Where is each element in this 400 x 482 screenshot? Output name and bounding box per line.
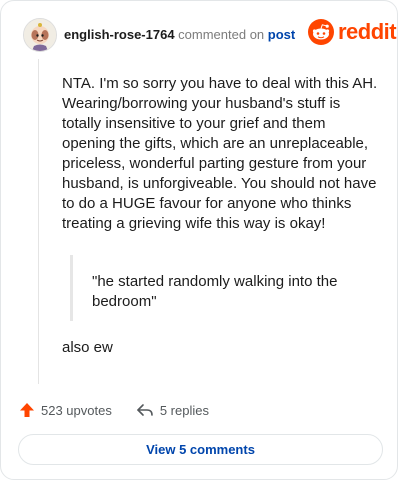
comment-card: english-rose-1764 commented on post redd…	[0, 0, 398, 480]
reddit-brand[interactable]: reddit	[308, 19, 397, 45]
reply-arrow-icon	[137, 404, 153, 416]
upvote-count: 523 upvotes	[41, 402, 112, 418]
upvote-button[interactable]: 523 upvotes	[19, 402, 112, 418]
comment-header: english-rose-1764 commented on post	[64, 27, 295, 42]
view-comments-button[interactable]: View 5 comments	[18, 434, 383, 465]
comment-paragraph: NTA. I'm so sorry you have to deal with …	[62, 75, 378, 232]
quote-text: "he started randomly walking into the be…	[92, 273, 338, 310]
replies-count: 5 replies	[159, 402, 209, 418]
action-text: commented on	[178, 27, 265, 42]
username-link[interactable]: english-rose-1764	[64, 27, 175, 42]
comment-body: NTA. I'm so sorry you have to deal with …	[62, 74, 380, 234]
blockquote: "he started randomly walking into the be…	[70, 255, 370, 321]
reddit-wordmark: reddit	[338, 19, 397, 44]
avatar-icon	[24, 19, 56, 51]
post-link[interactable]: post	[268, 27, 295, 42]
replies-button[interactable]: 5 replies	[136, 402, 209, 418]
comment-tail: also ew	[62, 339, 113, 356]
reddit-logo-icon	[308, 19, 334, 45]
thread-line	[38, 59, 39, 384]
avatar[interactable]	[23, 18, 57, 52]
comment-footer: 523 upvotes 5 replies	[19, 402, 209, 418]
upvote-arrow-icon	[20, 403, 34, 417]
